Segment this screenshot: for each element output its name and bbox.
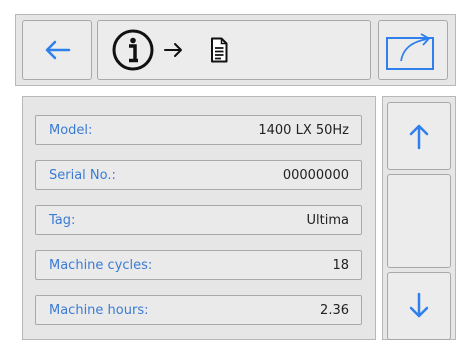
arrow-left-icon <box>45 40 71 60</box>
export-button[interactable] <box>378 20 448 80</box>
detail-value: Ultima <box>306 212 349 228</box>
detail-row-cycles: Machine cycles: 18 <box>35 250 362 280</box>
detail-value: 2.36 <box>320 302 349 318</box>
back-button[interactable] <box>22 20 92 80</box>
detail-label: Model: <box>49 122 93 138</box>
arrow-down-icon <box>409 292 429 318</box>
detail-value: 18 <box>332 257 349 273</box>
detail-label: Serial No.: <box>49 167 116 183</box>
document-icon <box>211 37 228 63</box>
detail-value: 1400 LX 50Hz <box>258 122 349 138</box>
detail-value: 00000000 <box>282 167 349 183</box>
detail-label: Machine hours: <box>49 302 149 318</box>
detail-row-tag: Tag: Ultima <box>35 205 362 235</box>
detail-row-serial: Serial No.: 00000000 <box>35 160 362 190</box>
scroll-down-button[interactable] <box>387 272 451 340</box>
arrow-right-icon <box>164 43 182 57</box>
detail-row-model: Model: 1400 LX 50Hz <box>35 115 362 145</box>
detail-row-hours: Machine hours: 2.36 <box>35 295 362 325</box>
scroll-up-button[interactable] <box>387 102 451 170</box>
scrollbar-thumb[interactable] <box>387 174 451 268</box>
export-icon <box>386 33 434 70</box>
detail-label: Machine cycles: <box>49 257 153 273</box>
info-circle-icon <box>112 29 154 71</box>
detail-label: Tag: <box>49 212 76 228</box>
info-document-button[interactable] <box>97 20 371 80</box>
arrow-up-icon <box>409 124 429 150</box>
